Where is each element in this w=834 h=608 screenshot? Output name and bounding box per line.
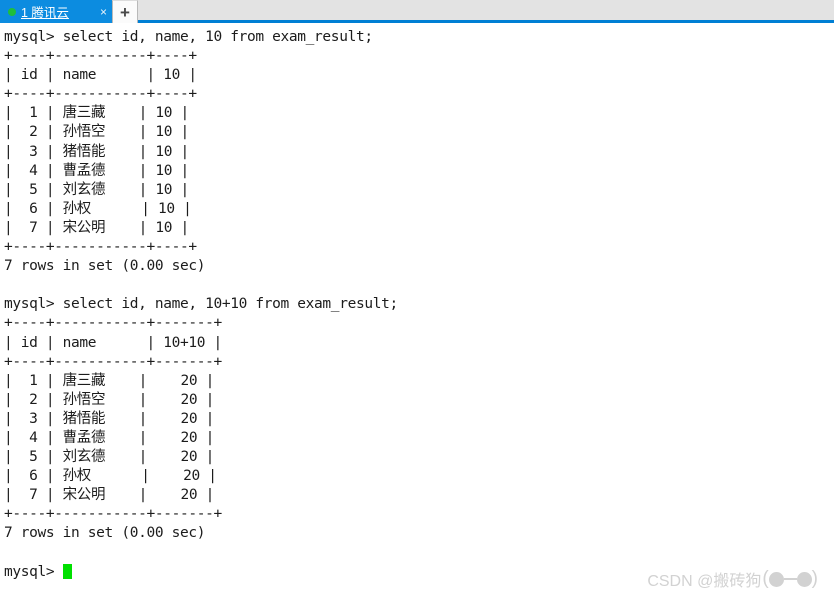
watermark-paren-close: ) [811, 568, 818, 589]
terminal-line: | 7 | 宋公明 | 10 | [4, 219, 189, 236]
terminal-line: | 6 | 孙权 | 10 | [4, 200, 192, 217]
watermark-paren-open: ( [762, 568, 769, 589]
terminal-line: | 5 | 刘玄德 | 10 | [4, 181, 189, 198]
terminal-line: +----+-----------+----+ [4, 239, 197, 256]
terminal-line: +----+-----------+-------+ [4, 353, 222, 370]
terminal-line: mysql> select id, name, 10 from exam_res… [4, 29, 373, 45]
terminal-line: | 6 | 孙权 | 20 | [4, 468, 217, 485]
watermark-mouth [783, 578, 797, 580]
terminal-line: +----+-----------+-------+ [4, 315, 222, 332]
tab-title: 1 腾讯云 [21, 6, 69, 20]
terminal-line: | 4 | 曹孟德 | 10 | [4, 162, 189, 179]
green-status-dot-icon [8, 7, 16, 16]
watermark-text: CSDN @搬砖狗 [647, 573, 762, 590]
terminal-line: | id | name | 10 | [4, 67, 197, 84]
terminal-line: | 2 | 孙悟空 | 10 | [4, 124, 189, 141]
terminal-line: 7 rows in set (0.00 sec) [4, 258, 206, 275]
terminal-line: +----+-----------+----+ [4, 48, 197, 65]
terminal-output-area[interactable]: mysql> select id, name, 10 from exam_res… [0, 23, 834, 605]
terminal-line: | 3 | 猪悟能 | 20 | [4, 410, 215, 427]
terminal-line: | 5 | 刘玄德 | 20 | [4, 449, 215, 466]
terminal-line: | 2 | 孙悟空 | 20 | [4, 391, 215, 408]
terminal-line: | 7 | 宋公明 | 20 | [4, 487, 215, 504]
terminal-line: | 3 | 猪悟能 | 10 | [4, 143, 189, 160]
terminal-line: | 4 | 曹孟德 | 20 | [4, 429, 215, 446]
watermark-eye-left [768, 571, 784, 587]
new-tab-button[interactable]: + [112, 0, 138, 23]
terminal-line: +----+-----------+-------+ [4, 506, 222, 523]
watermark-eye-right [796, 571, 812, 587]
terminal-cursor [62, 563, 72, 579]
tab-strip-empty-area [138, 0, 834, 23]
tab-tencent-cloud[interactable]: 1 腾讯云 × [0, 0, 112, 23]
terminal-line: +----+-----------+----+ [4, 86, 197, 103]
terminal-line: 7 rows in set (0.00 sec) [4, 525, 206, 542]
terminal-line: | 1 | 唐三藏 | 10 | [4, 105, 189, 122]
terminal-line: | id | name | 10+10 | [4, 334, 222, 351]
terminal-line: mysql> select id, name, 10+10 from exam_… [4, 296, 398, 313]
watermark-face-icon: ( ) [762, 568, 818, 590]
terminal-line: | 1 | 唐三藏 | 20 | [4, 372, 215, 389]
tab-strip: 1 腾讯云 × + [0, 0, 834, 23]
terminal-text-buffer: mysql> select id, name, 10 from exam_res… [4, 28, 834, 582]
close-icon[interactable]: × [100, 6, 107, 18]
watermark: CSDN @搬砖狗 ( ) [647, 567, 818, 591]
